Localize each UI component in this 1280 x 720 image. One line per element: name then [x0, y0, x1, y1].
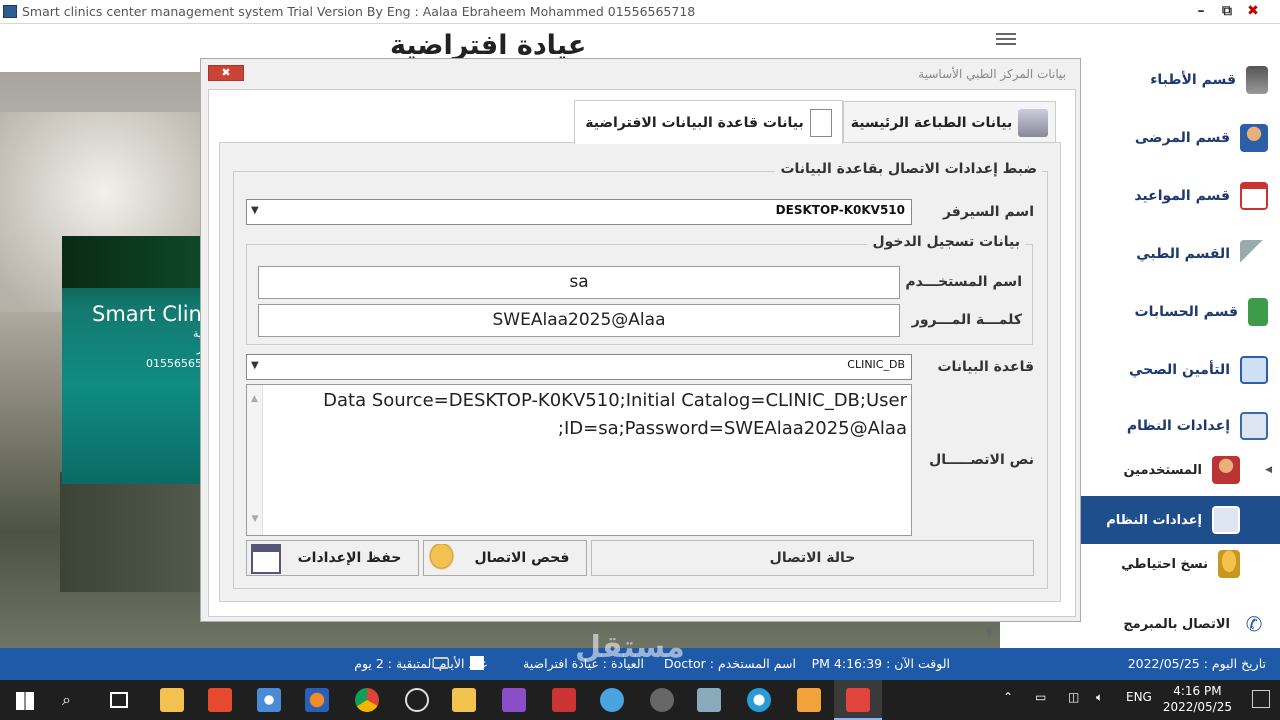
patient-icon	[1240, 124, 1268, 152]
status-box-icon	[470, 656, 484, 670]
close-app-button[interactable]: ✖	[1240, 0, 1266, 24]
watermark: مستقل	[575, 630, 685, 665]
sidebar-item-insurance[interactable]: التأمين الصحي	[1081, 350, 1280, 390]
password-label: كلمـــة المـــرور	[911, 312, 1022, 328]
brand-name: Smart Clinic	[92, 302, 212, 326]
dialog-close-button[interactable]: ✖	[208, 65, 244, 81]
status-days: عدد الأيام المتبقية : 2 يوم	[354, 656, 488, 671]
save-icon	[251, 544, 281, 574]
sidebar-scroll-down-icon[interactable]: ▼	[980, 628, 998, 648]
sidebar-subitem-users[interactable]: المستخدمين ◀	[1081, 450, 1280, 490]
money-icon	[1248, 298, 1268, 326]
visual-studio-icon[interactable]	[502, 688, 526, 712]
database-gear-icon	[428, 544, 458, 574]
chevron-down-icon: ▼	[251, 205, 259, 216]
status-date: تاريخ اليوم : 2022/05/25	[1127, 656, 1266, 671]
sidebar-item-patients[interactable]: قسم المرضى	[1081, 118, 1280, 158]
user-app-icon[interactable]	[697, 688, 721, 712]
sidebar-subitem-contact[interactable]: الاتصال بالمبرمج ✆	[1081, 604, 1280, 644]
database-select[interactable]: ▼ CLINIC_DB	[246, 354, 912, 380]
settings-icon	[1240, 412, 1268, 440]
volume-icon[interactable]: 🔈︎	[1096, 690, 1103, 705]
phone-icon: ✆	[1245, 612, 1263, 636]
hourglass-icon	[1246, 66, 1268, 94]
media-icon[interactable]	[257, 688, 281, 712]
test-connection-button[interactable]: فحص الاتصال	[423, 540, 587, 576]
chevron-down-icon: ▼	[251, 360, 259, 371]
minimize-button[interactable]: –	[1188, 0, 1214, 24]
app-grey-icon[interactable]	[650, 688, 674, 712]
textarea-scrollbar[interactable]: ▲ ▼	[247, 385, 263, 535]
status-time: الوقت الآن : 4:16:39 PM	[811, 656, 950, 671]
taskbar-clock[interactable]: 4:16 PM 2022/05/25	[1163, 683, 1232, 715]
app-title: Smart clinics center management system T…	[22, 4, 696, 19]
chevron-left-icon: ◀	[1265, 465, 1272, 475]
app-logo-icon	[3, 5, 17, 18]
browser-icon[interactable]	[747, 688, 771, 712]
connection-string-label: نص الاتصـــــال	[929, 452, 1034, 468]
language-indicator[interactable]: ENG	[1126, 690, 1152, 704]
brand-card: Smart Clinic ية ر 01556565	[62, 236, 212, 484]
chrome-icon[interactable]	[355, 688, 379, 712]
sidebar: قسم الأطباء قسم المرضى قسم المواعيد القس…	[1081, 50, 1280, 648]
windows-start-icon[interactable]	[16, 692, 34, 710]
file-explorer-icon[interactable]	[160, 688, 184, 712]
network-icon[interactable]: ◫	[1068, 690, 1079, 704]
server-select[interactable]: ▼ DESKTOP-K0KV510	[246, 199, 912, 225]
restore-button[interactable]: ⧉	[1214, 0, 1240, 24]
users-icon	[1212, 456, 1240, 484]
database-label: قاعدة البيانات	[937, 359, 1034, 375]
sidebar-subitem-backup[interactable]: نسخ احتياطي	[1081, 544, 1280, 584]
sql-icon[interactable]	[452, 688, 476, 712]
username-label: اسم المستخـــدم	[905, 274, 1022, 290]
notifications-icon[interactable]	[1252, 690, 1270, 708]
backup-icon	[1218, 550, 1240, 578]
save-settings-button[interactable]: حفظ الإعدادات	[246, 540, 419, 576]
settings-icon	[1212, 506, 1240, 534]
app-titlebar: Smart clinics center management system T…	[0, 0, 1280, 24]
server-label: اسم السيرفر	[942, 204, 1034, 220]
taskbar: ⌕ ⌃ ▭ ◫ 🔈︎ ENG 4:16 PM 2022/05/25	[0, 680, 1280, 720]
password-field[interactable]: SWEAlaa2025@Alaa	[258, 304, 900, 337]
connection-status: حالة الاتصال	[591, 540, 1034, 576]
app-red-icon[interactable]	[208, 688, 232, 712]
clinic-app-icon	[846, 688, 870, 712]
login-group-title: بيانات تسجيل الدخول	[867, 234, 1025, 250]
insurance-card-icon	[1240, 356, 1268, 384]
battery-icon[interactable]: ▭	[1035, 690, 1046, 704]
calendar-icon	[1240, 182, 1268, 210]
menu-icon[interactable]	[996, 33, 1016, 45]
sidebar-item-appointments[interactable]: قسم المواعيد	[1081, 176, 1280, 216]
dialog-title: بيانات المركز الطبي الأساسية	[918, 67, 1066, 81]
username-field[interactable]: sa	[258, 266, 900, 299]
connection-string-field[interactable]: ▲ ▼ Data Source=DESKTOP-K0KV510;Initial C…	[246, 384, 912, 536]
firefox-icon[interactable]	[305, 688, 329, 712]
sidebar-item-accounts[interactable]: قسم الحسابات	[1081, 292, 1280, 332]
sidebar-item-medical[interactable]: القسم الطبي	[1081, 234, 1280, 274]
printer-icon	[1018, 108, 1049, 137]
task-view-icon[interactable]	[110, 692, 128, 708]
cursor-icon	[1240, 240, 1268, 268]
tab-database[interactable]: بيانات قاعدة البيانات الافتراضية	[574, 100, 843, 144]
sidebar-item-settings[interactable]: إعدادات النظام	[1081, 406, 1280, 446]
tab-printing[interactable]: بيانات الطباعة الرئيسية	[843, 101, 1056, 143]
obs-icon[interactable]	[405, 688, 429, 712]
brand-phone: 01556565	[146, 357, 202, 370]
status-menu-icon[interactable]	[434, 657, 448, 669]
flag-icon[interactable]	[552, 688, 576, 712]
sidebar-subitem-system-settings[interactable]: إعدادات النظام	[1081, 496, 1280, 544]
active-app-slot[interactable]	[834, 680, 882, 720]
search-icon[interactable]: ⌕	[62, 690, 71, 710]
tray-chevron-icon[interactable]: ⌃	[1003, 690, 1013, 704]
sidebar-item-doctors[interactable]: قسم الأطباء	[1081, 60, 1280, 100]
document-icon	[809, 108, 832, 137]
app-orange-icon[interactable]	[797, 688, 821, 712]
app-blue-icon[interactable]	[600, 688, 624, 712]
connection-group-title: ضبط إعدادات الاتصال بقاعدة البيانات	[775, 161, 1042, 177]
home-title: عيادة افتراضية	[390, 30, 587, 61]
